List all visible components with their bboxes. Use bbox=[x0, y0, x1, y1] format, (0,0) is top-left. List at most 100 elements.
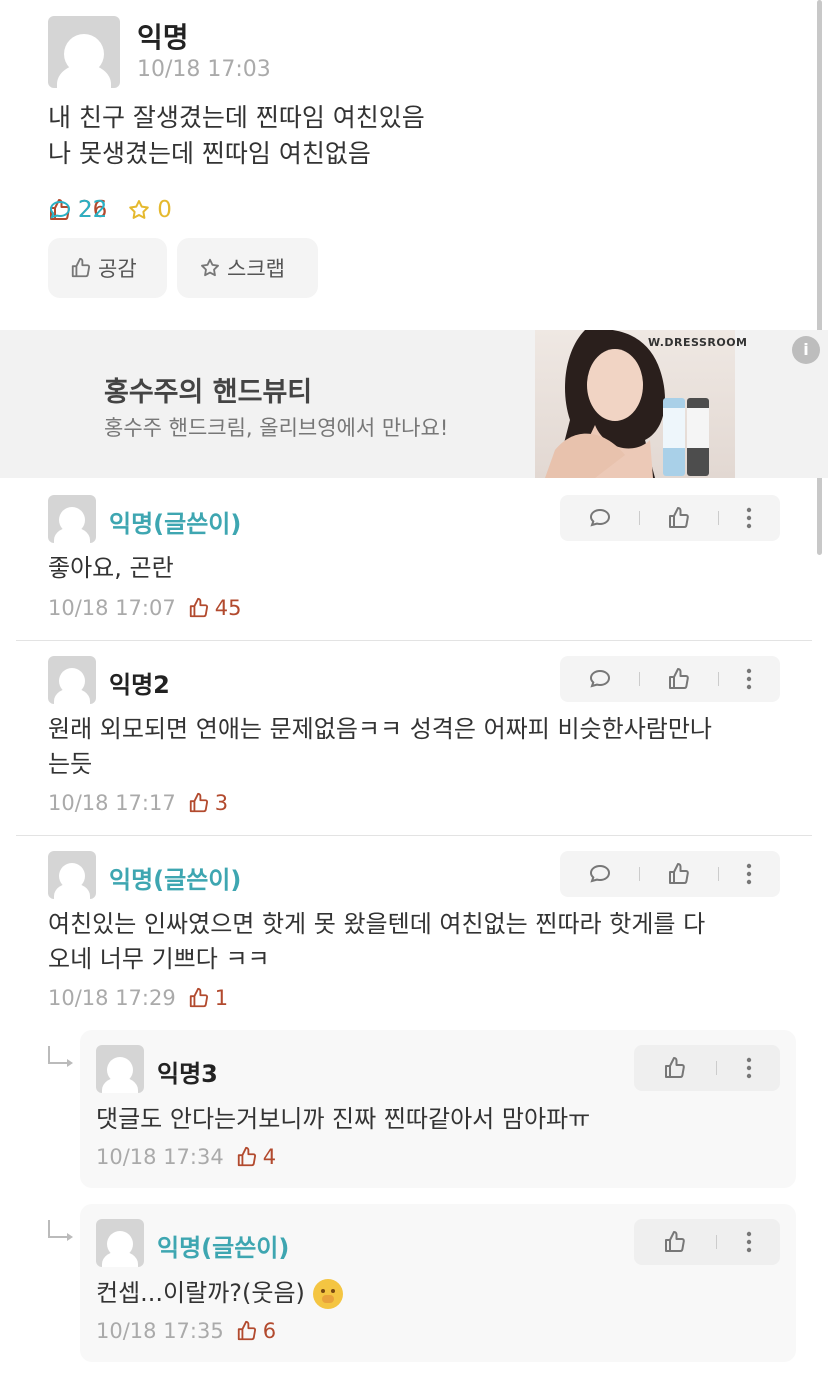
comment: 익명2 원래 외모되면 연애는 문제없음ㅋㅋ 성격은 어짜피 비슷한사람만나 는… bbox=[48, 656, 780, 826]
thumbs-up-icon bbox=[188, 987, 210, 1009]
comment-like-count: 3 bbox=[214, 791, 229, 815]
avatar bbox=[48, 851, 96, 899]
comment-text-line: 오네 너무 기쁘다 ㅋㅋ bbox=[48, 945, 270, 973]
post-time: 10/18 17:03 bbox=[137, 57, 271, 82]
more-icon[interactable] bbox=[746, 862, 752, 886]
comment-text-line: 좋아요, 곤란 bbox=[48, 554, 174, 582]
ad-title: 홍수주의 핸드뷰티 bbox=[104, 377, 313, 408]
avatar bbox=[48, 495, 96, 543]
post-body-line: 나 못생겼는데 찐따임 여친없음 bbox=[48, 139, 371, 168]
comment-text-line: 는듯 bbox=[48, 750, 93, 778]
avatar bbox=[48, 16, 120, 88]
post: 익명 10/18 17:03 내 친구 잘생겼는데 찐따임 여친있음 나 못생겼… bbox=[0, 0, 828, 330]
post-body-line: 내 친구 잘생겼는데 찐따임 여친있음 bbox=[48, 103, 425, 132]
reply-meta: 10/18 17:34 4 bbox=[96, 1145, 276, 1169]
like-button-label: 공감 bbox=[98, 257, 137, 281]
comment-time: 10/18 17:29 bbox=[48, 986, 176, 1010]
comment-like: 1 bbox=[188, 986, 228, 1010]
thumbs-up-icon[interactable] bbox=[667, 862, 691, 886]
more-icon[interactable] bbox=[746, 506, 752, 530]
thumbs-up-icon bbox=[236, 1320, 258, 1342]
thumbs-up-icon[interactable] bbox=[663, 1230, 687, 1254]
comment: 익명(글쓴이) 여친있는 인싸였으면 핫게 못 왔을텐데 여친없는 찐따라 핫게… bbox=[48, 851, 780, 1021]
thumbs-up-icon[interactable] bbox=[663, 1056, 687, 1080]
post-body: 내 친구 잘생겼는데 찐따임 여친있음 나 못생겼는데 찐따임 여친없음 bbox=[48, 100, 425, 172]
avatar bbox=[96, 1219, 144, 1267]
reply-icon[interactable] bbox=[588, 667, 612, 691]
comment-text: 좋아요, 곤란 bbox=[48, 551, 174, 586]
avatar bbox=[48, 656, 96, 704]
scrap-count: 0 bbox=[157, 197, 172, 223]
comment-actions bbox=[560, 495, 780, 541]
comment-count: 22 bbox=[78, 197, 108, 223]
reply-arrow-icon bbox=[48, 1220, 73, 1241]
comment: 익명(글쓴이) 좋아요, 곤란 10/18 17:07 45 bbox=[48, 495, 780, 630]
reply-time: 10/18 17:34 bbox=[96, 1145, 224, 1169]
reply-time: 10/18 17:35 bbox=[96, 1319, 224, 1343]
scrap-button[interactable]: 스크랩 bbox=[177, 238, 318, 298]
reply-author: 익명(글쓴이) bbox=[157, 1234, 290, 1262]
comment-text: 여친있는 인싸였으면 핫게 못 왔을텐데 여친없는 찐따라 핫게를 다 오네 너… bbox=[48, 907, 705, 977]
comment-time: 10/18 17:07 bbox=[48, 596, 176, 620]
comment-meta: 10/18 17:07 45 bbox=[48, 596, 241, 620]
reply: 익명(글쓴이) 컨셉...이랄까?(웃음) 10/18 17:35 6 bbox=[80, 1204, 796, 1362]
thumbs-up-icon[interactable] bbox=[667, 506, 691, 530]
reply-author: 익명3 bbox=[157, 1060, 218, 1088]
reply-text-content: 컨셉...이랄까?(웃음) bbox=[96, 1279, 305, 1307]
scrap-button-label: 스크랩 bbox=[227, 257, 285, 281]
thumbs-up-icon[interactable] bbox=[667, 667, 691, 691]
ad-description: 홍수주 핸드크림, 올리브영에서 만나요! bbox=[104, 416, 449, 440]
post-stats: 26 22 0 bbox=[48, 197, 172, 223]
divider bbox=[16, 835, 812, 836]
ad-banner[interactable]: 홍수주의 핸드뷰티 홍수주 핸드크림, 올리브영에서 만나요! W.DRESSR… bbox=[0, 330, 828, 478]
reply-like-count: 4 bbox=[262, 1145, 277, 1169]
thumbs-up-icon bbox=[236, 1146, 258, 1168]
comment-like: 3 bbox=[188, 791, 228, 815]
comment-actions bbox=[560, 656, 780, 702]
more-icon[interactable] bbox=[746, 1056, 752, 1080]
speech-bubble-icon bbox=[48, 198, 72, 222]
reply: 익명3 댓글도 안다는거보니까 진짜 찐따같아서 맘아파ㅠ 10/18 17:3… bbox=[80, 1030, 796, 1188]
reply-icon[interactable] bbox=[588, 506, 612, 530]
reply-actions bbox=[634, 1219, 780, 1265]
comment-text: 원래 외모되면 연애는 문제없음ㅋㅋ 성격은 어짜피 비슷한사람만나 는듯 bbox=[48, 712, 712, 782]
reply-text: 댓글도 안다는거보니까 진짜 찐따같아서 맘아파ㅠ bbox=[96, 1105, 591, 1133]
thumbs-up-icon bbox=[188, 597, 210, 619]
thumbs-up-icon bbox=[188, 792, 210, 814]
reply-like: 4 bbox=[236, 1145, 276, 1169]
ad-image bbox=[535, 330, 735, 478]
star-icon bbox=[199, 257, 221, 279]
comment-text-line: 여친있는 인싸였으면 핫게 못 왔을텐데 여친없는 찐따라 핫게를 다 bbox=[48, 910, 706, 938]
reply-arrow-icon bbox=[48, 1046, 73, 1067]
more-icon[interactable] bbox=[746, 667, 752, 691]
comment-author: 익명(글쓴이) bbox=[109, 866, 242, 894]
comment-like-count: 1 bbox=[214, 986, 229, 1010]
comment-like-count: 45 bbox=[214, 596, 242, 620]
comment-stat: 22 bbox=[48, 197, 107, 223]
comment-time: 10/18 17:17 bbox=[48, 791, 176, 815]
divider bbox=[16, 640, 812, 641]
comment-author: 익명(글쓴이) bbox=[109, 510, 242, 538]
reply-actions bbox=[634, 1045, 780, 1091]
thumbs-up-icon bbox=[70, 257, 92, 279]
reply-icon[interactable] bbox=[588, 862, 612, 886]
reply-like: 6 bbox=[236, 1319, 276, 1343]
comment-author: 익명2 bbox=[109, 671, 170, 699]
shushing-face-emoji-icon bbox=[312, 1279, 343, 1309]
post-author: 익명 bbox=[137, 21, 189, 54]
star-icon bbox=[127, 198, 151, 222]
post-buttons: 공감 스크랩 bbox=[48, 238, 318, 298]
info-icon[interactable]: i bbox=[792, 336, 820, 364]
reply-like-count: 6 bbox=[262, 1319, 277, 1343]
comment-actions bbox=[560, 851, 780, 897]
more-icon[interactable] bbox=[746, 1230, 752, 1254]
reply-text: 컨셉...이랄까?(웃음) bbox=[96, 1276, 343, 1311]
comment-text-line: 원래 외모되면 연애는 문제없음ㅋㅋ 성격은 어짜피 비슷한사람만나 bbox=[48, 715, 713, 743]
like-button[interactable]: 공감 bbox=[48, 238, 167, 298]
avatar bbox=[96, 1045, 144, 1093]
reply-meta: 10/18 17:35 6 bbox=[96, 1319, 276, 1343]
comment-meta: 10/18 17:29 1 bbox=[48, 986, 228, 1010]
comment-meta: 10/18 17:17 3 bbox=[48, 791, 228, 815]
comment-like: 45 bbox=[188, 596, 242, 620]
scrap-stat: 0 bbox=[127, 197, 172, 223]
